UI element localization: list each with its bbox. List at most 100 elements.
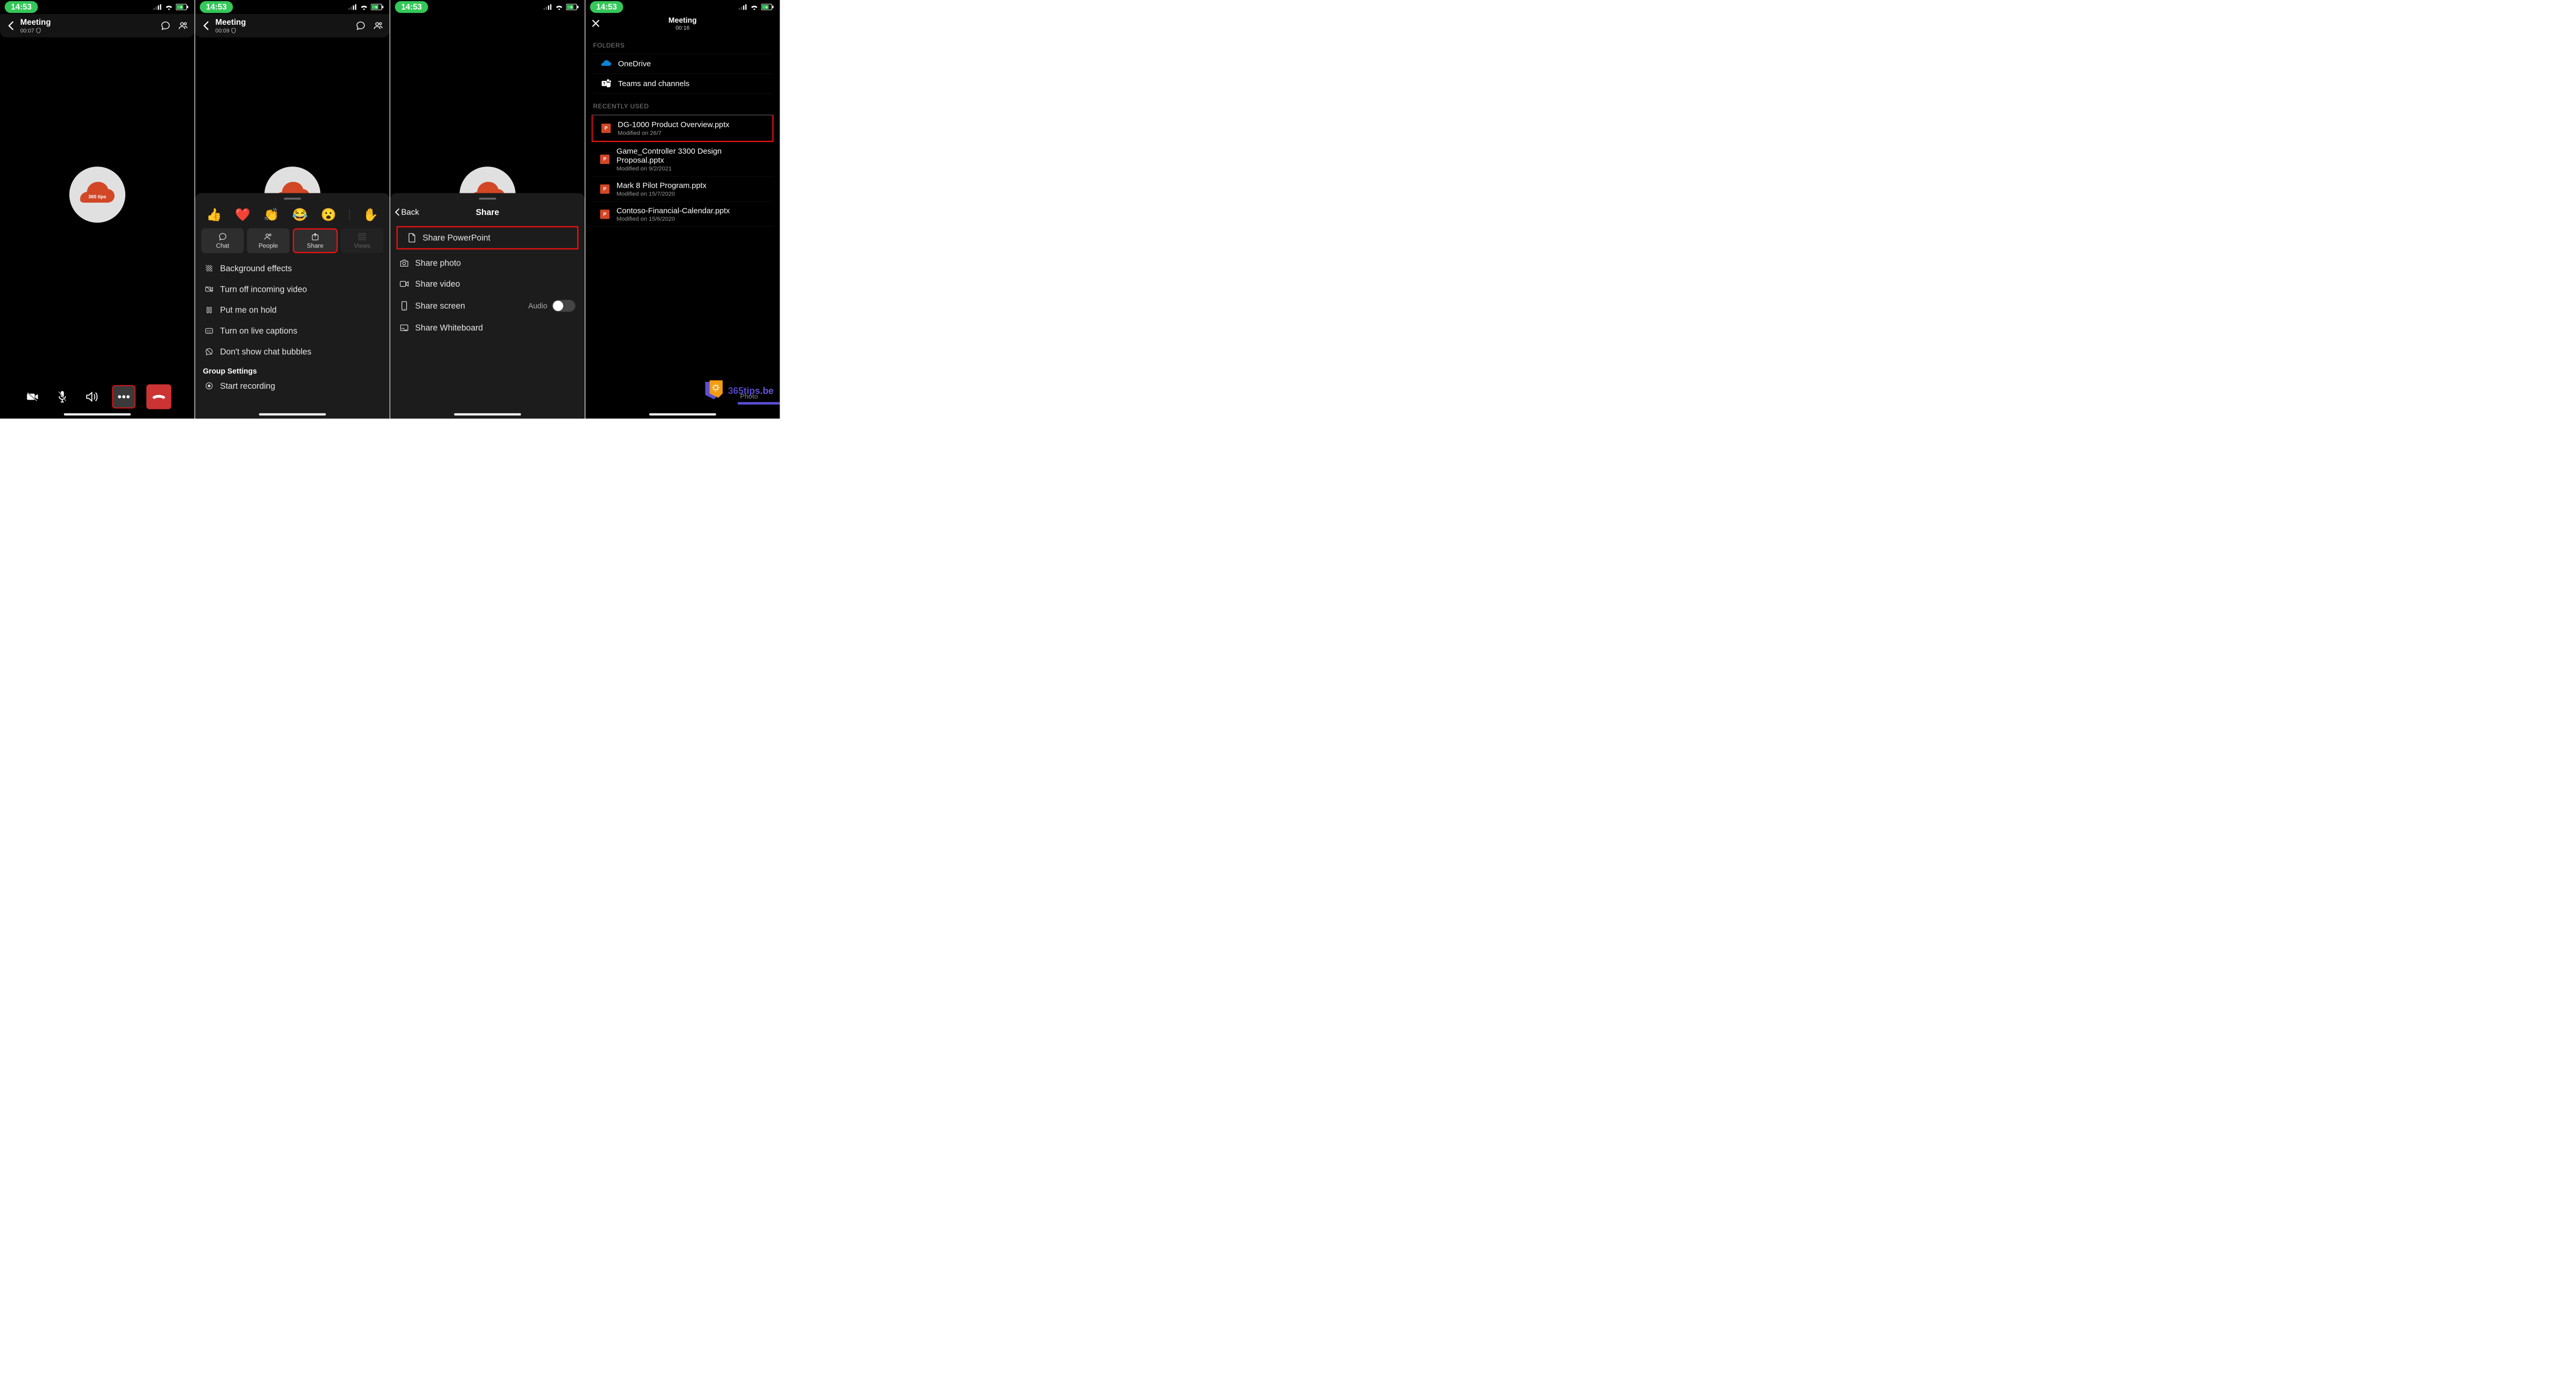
site-logo-icon xyxy=(703,380,724,401)
options-sheet: 👍 ❤️ 👏 😂 😮 ✋ Chat People Share V xyxy=(195,193,389,418)
pill-row: Chat People Share Views xyxy=(195,228,389,253)
back-label: Back xyxy=(401,207,419,217)
whiteboard-icon xyxy=(400,324,409,332)
pill-people[interactable]: People xyxy=(247,228,290,253)
status-time-pill[interactable]: 14:53 xyxy=(395,1,428,13)
status-bar: 14:53 xyxy=(390,0,585,14)
sheet-handle[interactable] xyxy=(479,198,496,200)
menu-item-background-effects[interactable]: Background effects xyxy=(195,258,389,278)
people-button[interactable] xyxy=(373,21,383,30)
signal-icon xyxy=(153,4,162,10)
reaction-clap[interactable]: 👏 xyxy=(263,207,279,222)
signal-icon xyxy=(543,4,552,10)
reaction-surprised[interactable]: 😮 xyxy=(321,207,336,222)
status-time-pill[interactable]: 14:53 xyxy=(5,1,38,13)
file-picker-title: Meeting xyxy=(668,16,697,25)
speaker-button[interactable] xyxy=(82,387,101,406)
chat-button[interactable] xyxy=(356,21,366,30)
status-indicators xyxy=(543,4,579,10)
pill-views: Views xyxy=(341,228,384,253)
menu-item-turn-off-incoming-video[interactable]: Turn off incoming video xyxy=(195,279,389,300)
screen-2: 14:53 Meeting 00:09 xyxy=(195,0,389,419)
options-list: Background effects Turn off incoming vid… xyxy=(195,258,389,362)
people-icon xyxy=(264,232,273,241)
file-row[interactable]: P Mark 8 Pilot Program.pptx Modified on … xyxy=(591,176,773,202)
file-picker-header: Meeting 00:16 xyxy=(585,14,780,32)
wifi-icon xyxy=(750,4,758,10)
share-item-label: Share photo xyxy=(415,258,461,268)
home-indicator[interactable] xyxy=(454,414,521,416)
meeting-title-block: Meeting 00:09 xyxy=(216,18,351,34)
back-button[interactable] xyxy=(6,21,15,30)
reaction-separator xyxy=(349,209,350,220)
file-row[interactable]: P Game_Controller 3300 Design Proposal.p… xyxy=(591,142,773,176)
menu-item-hide-chat-bubbles[interactable]: Don't show chat bubbles xyxy=(195,341,389,362)
file-row[interactable]: P DG-1000 Product Overview.pptx Modified… xyxy=(591,114,773,142)
people-button[interactable] xyxy=(178,21,188,30)
share-item-powerpoint[interactable]: Share PowerPoint xyxy=(397,226,579,250)
recently-used-heading: RECENTLY USED xyxy=(585,93,780,114)
share-title: Share xyxy=(476,207,499,217)
file-name: Mark 8 Pilot Program.pptx xyxy=(617,181,766,190)
back-button[interactable] xyxy=(201,21,210,30)
share-back-button[interactable]: Back xyxy=(395,207,419,217)
menu-item-start-recording[interactable]: Start recording xyxy=(195,375,389,396)
signal-icon xyxy=(349,4,357,10)
more-button[interactable] xyxy=(112,385,135,408)
menu-item-live-captions[interactable]: CC Turn on live captions xyxy=(195,321,389,341)
video-icon xyxy=(400,280,409,287)
home-indicator[interactable] xyxy=(64,414,131,416)
audio-toggle[interactable] xyxy=(552,300,575,312)
meeting-header: Meeting 00:09 xyxy=(195,14,389,37)
status-bar: 14:53 xyxy=(585,0,780,14)
menu-label: Don't show chat bubbles xyxy=(220,347,311,357)
site-watermark-text: 365tips.be xyxy=(728,385,774,396)
avatar: 365 tips xyxy=(69,167,125,223)
meeting-title: Meeting xyxy=(20,18,156,27)
share-item-photo[interactable]: Share photo xyxy=(390,253,585,273)
reaction-raise-hand[interactable]: ✋ xyxy=(363,207,378,222)
folder-row-onedrive[interactable]: OneDrive xyxy=(593,54,772,73)
pill-share[interactable]: Share xyxy=(293,228,338,253)
no-incoming-video-icon xyxy=(205,285,214,293)
file-meta: Modified on 15/6/2020 xyxy=(617,216,766,222)
home-indicator[interactable] xyxy=(259,414,326,416)
signal-icon xyxy=(739,4,748,10)
reaction-thumbs-up[interactable]: 👍 xyxy=(206,207,222,222)
reaction-heart[interactable]: ❤️ xyxy=(235,207,251,222)
meeting-timer: 00:07 xyxy=(20,27,34,34)
status-time-pill[interactable]: 14:53 xyxy=(590,1,623,13)
hangup-button[interactable] xyxy=(146,384,171,409)
pill-label: Chat xyxy=(216,242,229,250)
chat-button[interactable] xyxy=(160,21,170,30)
meeting-title: Meeting xyxy=(216,18,351,27)
home-indicator[interactable] xyxy=(649,414,716,416)
file-name: Contoso-Financial-Calendar.pptx xyxy=(617,206,766,216)
powerpoint-icon: P xyxy=(599,154,610,164)
share-item-video[interactable]: Share video xyxy=(390,273,585,294)
reaction-laugh[interactable]: 😂 xyxy=(292,207,308,222)
file-picker-timer: 00:16 xyxy=(668,24,697,31)
svg-text:365 tips: 365 tips xyxy=(88,194,106,199)
powerpoint-icon: P xyxy=(599,184,610,194)
file-row[interactable]: P Contoso-Financial-Calendar.pptx Modifi… xyxy=(591,202,773,227)
camera-off-button[interactable] xyxy=(23,387,42,406)
share-item-screen[interactable]: Share screen Audio xyxy=(390,294,585,318)
folder-row-teams[interactable]: T Teams and channels xyxy=(593,74,772,94)
mic-off-button[interactable] xyxy=(53,387,72,406)
wifi-icon xyxy=(164,4,173,10)
call-controls xyxy=(0,384,194,409)
pill-label: Views xyxy=(354,242,370,250)
sheet-handle[interactable] xyxy=(284,198,301,200)
record-icon xyxy=(205,382,214,390)
battery-charging-icon xyxy=(761,4,773,10)
status-time-pill[interactable]: 14:53 xyxy=(200,1,233,13)
share-list: Share PowerPoint Share photo Share video… xyxy=(390,226,585,338)
share-item-whiteboard[interactable]: Share Whiteboard xyxy=(390,317,585,338)
status-indicators xyxy=(739,4,774,10)
close-button[interactable] xyxy=(591,19,600,27)
menu-item-put-on-hold[interactable]: Put me on hold xyxy=(195,300,389,320)
no-chat-bubble-icon xyxy=(205,348,214,356)
status-bar: 14:53 xyxy=(0,0,194,14)
pill-chat[interactable]: Chat xyxy=(201,228,244,253)
